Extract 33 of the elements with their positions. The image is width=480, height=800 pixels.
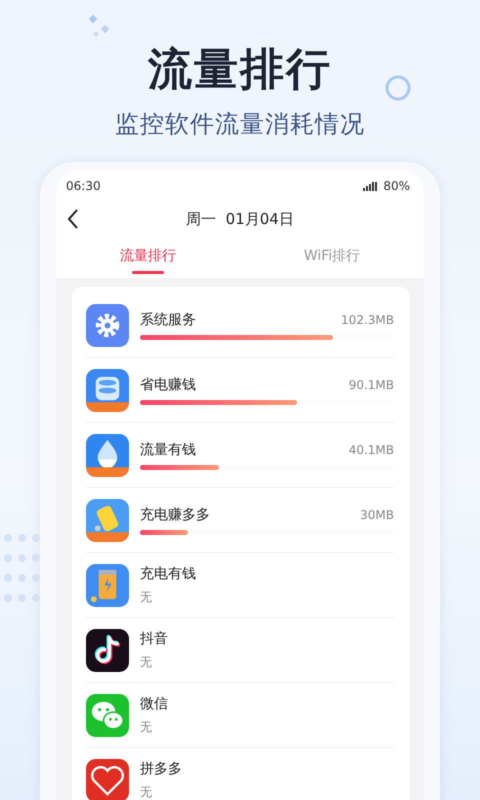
subtitle: 监控软件流量消耗情况: [115, 109, 365, 140]
app-name: 抖音: [140, 630, 169, 648]
tab[interactable]: WiFi排行: [240, 242, 424, 278]
back-button[interactable]: [68, 209, 78, 229]
headline: 流量排行: [148, 43, 332, 97]
app-name: 流量有钱: [140, 440, 196, 458]
water-drop-icon: [86, 434, 129, 476]
usage-amount: 102.3MB: [341, 312, 394, 326]
usage-amount: 无: [140, 784, 153, 800]
signal-icon: [363, 182, 378, 190]
gear-icon: [86, 304, 129, 346]
battery-level: 80%: [383, 179, 410, 193]
app-name: 系统服务: [140, 310, 196, 328]
tab[interactable]: 流量排行: [56, 242, 240, 278]
battery-jar-icon: [86, 564, 129, 606]
usage-amount: 无: [140, 718, 153, 736]
app-name: 充电有钱: [140, 564, 197, 582]
music-note-icon: [86, 628, 129, 672]
date-title: 周一 01月04日: [186, 210, 294, 228]
usage-amount: 40.1MB: [348, 442, 394, 456]
usage-amount: 无: [140, 654, 153, 670]
usage-amount: 90.1MB: [348, 378, 394, 392]
app-name: 拼多多: [140, 760, 183, 778]
coin-stack-icon: [86, 368, 129, 412]
ring-icon: [384, 74, 412, 102]
battery-icon: [86, 498, 129, 542]
app-name: 省电赚钱: [140, 376, 196, 394]
usage-amount: 30MB: [360, 508, 394, 522]
app-name: 微信: [140, 694, 169, 712]
app-name: 充电赚多多: [140, 506, 210, 524]
chat-bubbles-icon: [86, 694, 129, 736]
status-time: 06:30: [66, 179, 101, 193]
usage-amount: 无: [140, 588, 153, 606]
